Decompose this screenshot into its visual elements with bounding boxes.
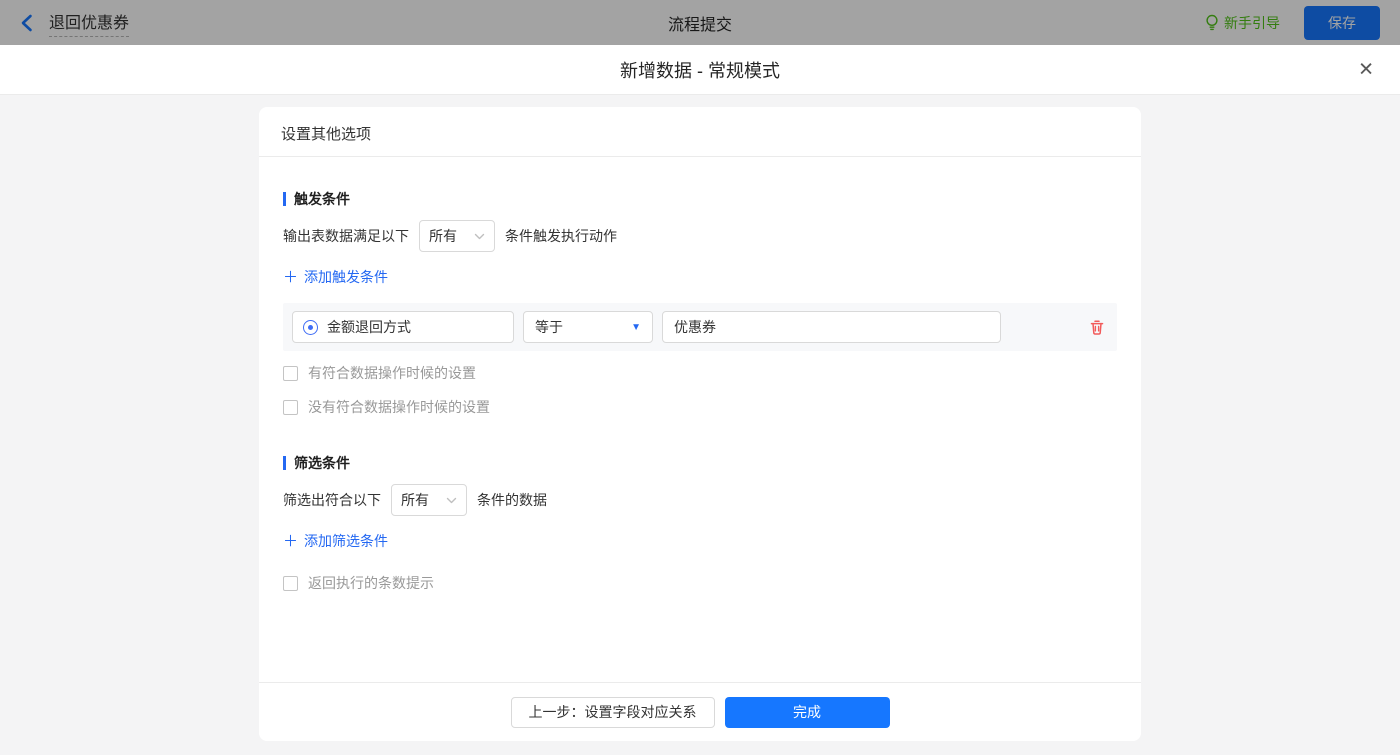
has-match-checkbox-row[interactable]: 有符合数据操作时候的设置 bbox=[283, 363, 1117, 383]
condition-operator-select[interactable]: 等于 ▼ bbox=[523, 311, 653, 343]
add-filter-condition-label: 添加筛选条件 bbox=[304, 531, 388, 551]
count-hint-checkbox-row[interactable]: 返回执行的条数提示 bbox=[283, 573, 1117, 593]
trash-icon bbox=[1089, 319, 1105, 336]
close-icon[interactable]: ✕ bbox=[1358, 60, 1374, 79]
condition-value-input[interactable] bbox=[662, 311, 1001, 343]
add-trigger-condition-label: 添加触发条件 bbox=[304, 267, 388, 287]
page: 退回优惠券 流程提交 新手引导 保存 新增数据 - 常规模式 ✕ 设置其他选项 bbox=[0, 0, 1400, 755]
condition-operator-value: 等于 bbox=[535, 317, 563, 337]
checkbox-unchecked-icon[interactable] bbox=[283, 366, 298, 381]
checkbox-unchecked-icon[interactable] bbox=[283, 576, 298, 591]
section-marker bbox=[283, 192, 286, 206]
modal-header: 新增数据 - 常规模式 ✕ bbox=[0, 45, 1400, 95]
trigger-match-select[interactable]: 所有 bbox=[419, 220, 495, 252]
checkbox-unchecked-icon[interactable] bbox=[283, 400, 298, 415]
previous-step-button[interactable]: 上一步：设置字段对应关系 bbox=[511, 697, 715, 728]
topbar: 退回优惠券 流程提交 新手引导 保存 bbox=[0, 0, 1400, 45]
filter-sentence: 筛选出符合以下 所有 条件的数据 bbox=[283, 483, 1117, 517]
plus-icon: ＋ bbox=[283, 534, 298, 549]
filter-match-select-value: 所有 bbox=[401, 490, 429, 510]
modal-title: 新增数据 - 常规模式 bbox=[620, 57, 780, 83]
filter-match-select[interactable]: 所有 bbox=[391, 484, 467, 516]
options-card: 设置其他选项 触发条件 输出表数据满足以下 所有 bbox=[259, 107, 1141, 741]
add-filter-condition-link[interactable]: ＋ 添加筛选条件 bbox=[283, 531, 388, 551]
chevron-down-icon bbox=[474, 233, 485, 240]
condition-field-value: 金额退回方式 bbox=[327, 317, 411, 337]
modal-body: 设置其他选项 触发条件 输出表数据满足以下 所有 bbox=[0, 95, 1400, 755]
chevron-down-icon bbox=[446, 497, 457, 504]
caret-down-icon: ▼ bbox=[631, 322, 641, 333]
card-body: 触发条件 输出表数据满足以下 所有 条件触发执行动作 bbox=[259, 157, 1141, 682]
card-header-title: 设置其他选项 bbox=[281, 123, 371, 144]
trigger-sentence-prefix: 输出表数据满足以下 bbox=[283, 226, 409, 246]
condition-field-select[interactable]: 金额退回方式 bbox=[292, 311, 514, 343]
filter-sentence-suffix: 条件的数据 bbox=[477, 490, 547, 510]
trigger-section-label: 触发条件 bbox=[294, 189, 350, 209]
add-data-modal: 新增数据 - 常规模式 ✕ 设置其他选项 触发条件 输出表数据满足以下 bbox=[0, 45, 1400, 755]
card-header: 设置其他选项 bbox=[259, 107, 1141, 157]
trigger-match-select-value: 所有 bbox=[429, 226, 457, 246]
card-footer: 上一步：设置字段对应关系 完成 bbox=[259, 682, 1141, 741]
count-hint-checkbox-label: 返回执行的条数提示 bbox=[308, 573, 434, 593]
trigger-sentence: 输出表数据满足以下 所有 条件触发执行动作 bbox=[283, 219, 1117, 253]
has-match-checkbox-label: 有符合数据操作时候的设置 bbox=[308, 363, 476, 383]
plus-icon: ＋ bbox=[283, 270, 298, 285]
add-trigger-condition-link[interactable]: ＋ 添加触发条件 bbox=[283, 267, 388, 287]
delete-condition-button[interactable] bbox=[1087, 317, 1107, 338]
section-marker bbox=[283, 456, 286, 470]
no-match-checkbox-row[interactable]: 没有符合数据操作时候的设置 bbox=[283, 397, 1117, 417]
trigger-condition-row: 金额退回方式 等于 ▼ bbox=[283, 303, 1117, 351]
trigger-section-title: 触发条件 bbox=[283, 189, 1117, 209]
done-button[interactable]: 完成 bbox=[725, 697, 890, 728]
modal-dim-overlay bbox=[0, 0, 1400, 45]
filter-sentence-prefix: 筛选出符合以下 bbox=[283, 490, 381, 510]
trigger-sentence-suffix: 条件触发执行动作 bbox=[505, 226, 617, 246]
radio-field-icon bbox=[303, 320, 318, 335]
filter-section-title: 筛选条件 bbox=[283, 453, 1117, 473]
filter-section-label: 筛选条件 bbox=[294, 453, 350, 473]
no-match-checkbox-label: 没有符合数据操作时候的设置 bbox=[308, 397, 490, 417]
